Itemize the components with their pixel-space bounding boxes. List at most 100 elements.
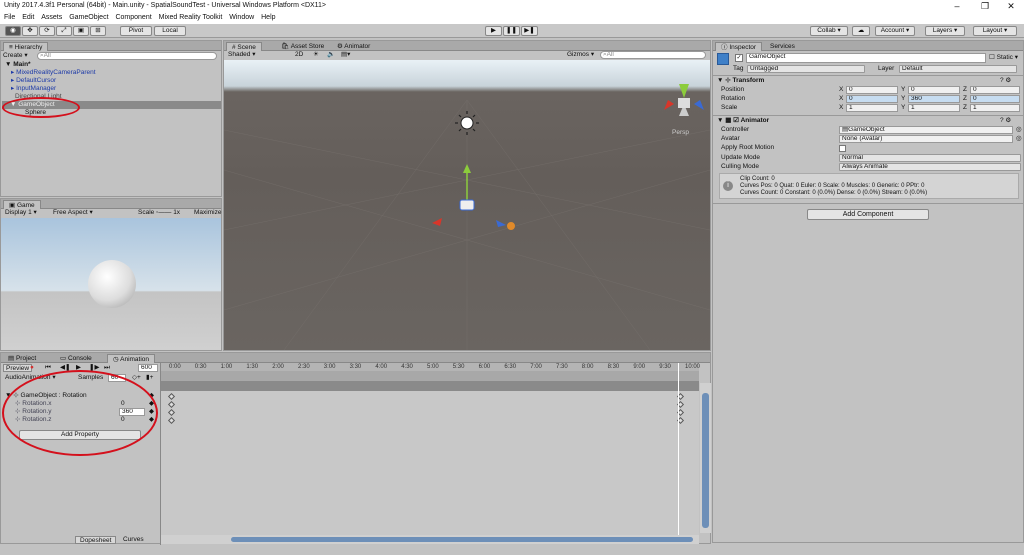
step-button[interactable]: ▶❚	[521, 26, 538, 36]
keyframe-icon[interactable]	[167, 392, 176, 401]
hierarchy-item-input-manager[interactable]: ▸ InputManager	[11, 85, 56, 93]
menu-window[interactable]: Window	[229, 14, 254, 21]
keyframe-icon[interactable]	[167, 400, 176, 409]
collab-button[interactable]: Collab ▾	[810, 26, 848, 36]
gizmos-dropdown[interactable]: Gizmos ▾	[567, 51, 594, 59]
game-viewport[interactable]	[1, 218, 221, 350]
orientation-gizmo[interactable]	[664, 84, 704, 116]
rotation-z-field[interactable]: 0	[970, 95, 1020, 103]
avatar-picker-icon[interactable]: ◎	[1016, 135, 1022, 143]
timeline-ruler[interactable]: 0:00 0:30 1:00 1:30 2:00 2:30 3:00 3:30 4:00 4:30…	[161, 363, 700, 371]
scale-tool-icon[interactable]: ⤢	[56, 26, 72, 36]
event-track[interactable]	[161, 371, 699, 381]
avatar-field[interactable]: None (Avatar)	[839, 135, 1013, 143]
layers-dropdown[interactable]: Layers ▾	[925, 26, 965, 36]
transform-help-icon[interactable]: ? ⚙	[1000, 77, 1011, 85]
menu-file[interactable]: File	[4, 14, 15, 21]
layout-dropdown[interactable]: Layout ▾	[973, 26, 1017, 36]
account-dropdown[interactable]: Account ▾	[875, 26, 915, 36]
static-toggle[interactable]: ☐ Static ▾	[989, 54, 1018, 62]
move-gizmo[interactable]	[432, 164, 515, 230]
animator-help-icon[interactable]: ? ⚙	[1000, 117, 1011, 125]
controller-picker-icon[interactable]: ◎	[1016, 126, 1022, 134]
scale-y-field[interactable]: 1	[908, 104, 960, 112]
layer-dropdown[interactable]: Default	[899, 65, 1017, 73]
menu-assets[interactable]: Assets	[41, 14, 62, 21]
scene-search-input[interactable]: ⌕All	[600, 51, 706, 59]
record-button[interactable]: ●	[30, 364, 34, 372]
add-component-button[interactable]: Add Component	[807, 209, 929, 220]
tab-inspector[interactable]: ⓘ Inspector	[715, 42, 763, 51]
menu-mixed-reality-toolkit[interactable]: Mixed Reality Toolkit	[159, 14, 223, 21]
object-name-input[interactable]: GameObject	[746, 53, 986, 63]
hierarchy-item-camera-parent[interactable]: ▸ MixedRealityCameraParent	[11, 69, 96, 77]
aspect-dropdown[interactable]: Free Aspect ▾	[53, 209, 93, 217]
maximize-icon[interactable]: ❐	[974, 0, 996, 12]
create-dropdown[interactable]: Create ▾	[3, 52, 28, 60]
scene-root-item[interactable]: ▼ Main*	[5, 61, 31, 69]
rotate-tool-icon[interactable]: ⟳	[39, 26, 55, 36]
root-motion-checkbox[interactable]	[839, 145, 846, 152]
menu-gameobject[interactable]: GameObject	[69, 14, 108, 21]
scene-viewport[interactable]: Persp	[223, 60, 711, 351]
shading-dropdown[interactable]: Shaded ▾	[228, 51, 256, 59]
active-checkbox[interactable]: ✓	[735, 54, 743, 62]
tag-dropdown[interactable]: Untagged	[747, 65, 865, 73]
rect-tool-icon[interactable]: ▣	[73, 26, 89, 36]
pivot-toggle[interactable]: Pivot	[120, 26, 152, 36]
tab-asset-store[interactable]: 🛍 Asset Store	[276, 42, 329, 51]
keyframe-icon[interactable]	[167, 416, 176, 425]
transform-tool-icon[interactable]: ⊞	[90, 26, 106, 36]
last-frame-button[interactable]: ⏭	[104, 364, 110, 372]
menu-help[interactable]: Help	[261, 14, 275, 21]
tab-console[interactable]: ▭ Console	[55, 354, 97, 363]
menu-component[interactable]: Component	[115, 14, 151, 21]
update-mode-dropdown[interactable]: Normal	[839, 154, 1021, 162]
animator-header[interactable]: ▼ ▦ ☑ Animator	[717, 117, 769, 125]
horizontal-scroll-thumb[interactable]	[231, 537, 693, 542]
tab-services[interactable]: Services	[765, 42, 800, 51]
tab-scene[interactable]: # Scene	[226, 42, 262, 51]
move-tool-icon[interactable]: ✥	[22, 26, 38, 36]
curves-tab[interactable]: Curves	[119, 536, 148, 544]
scale-slider[interactable]: Scale ◦—— 1x	[138, 209, 180, 217]
hierarchy-item-default-cursor[interactable]: ▸ DefaultCursor	[11, 77, 56, 85]
tab-project[interactable]: ▤ Project	[3, 354, 41, 363]
position-x-field[interactable]: 0	[846, 86, 898, 94]
tab-animator[interactable]: ⚙ Animator	[332, 42, 375, 51]
maximize-button[interactable]: Maximize	[194, 209, 221, 217]
add-event-icon[interactable]: ▮+	[146, 374, 153, 382]
vertical-scroll-thumb[interactable]	[702, 393, 709, 528]
position-y-field[interactable]: 0	[908, 86, 960, 94]
local-toggle[interactable]: Local	[154, 26, 186, 36]
culling-mode-dropdown[interactable]: Always Animate	[839, 163, 1021, 171]
dopesheet-area[interactable]	[161, 391, 699, 535]
effects-icon[interactable]: ▤▾	[341, 51, 350, 59]
hand-tool-icon[interactable]: ◉	[5, 26, 21, 36]
menu-edit[interactable]: Edit	[22, 14, 34, 21]
first-frame-button[interactable]: ⏮	[45, 364, 51, 372]
play-button[interactable]: ▶	[485, 26, 502, 36]
mode-2d-toggle[interactable]: 2D	[295, 51, 303, 59]
vertical-scrollbar[interactable]	[700, 383, 711, 533]
transform-header[interactable]: ▼ ⊹ Transform	[717, 77, 764, 85]
close-icon[interactable]: ✕	[1000, 0, 1022, 12]
pause-button[interactable]: ❚❚	[503, 26, 520, 36]
lighting-icon[interactable]: ☀	[313, 51, 319, 59]
dopesheet-tab[interactable]: Dopesheet	[75, 536, 117, 544]
scale-x-field[interactable]: 1	[846, 104, 898, 112]
summary-track[interactable]	[161, 381, 699, 391]
playhead[interactable]	[678, 363, 679, 535]
persp-label[interactable]: Persp	[672, 129, 689, 136]
tab-hierarchy[interactable]: ≡ Hierarchy	[3, 42, 49, 51]
cloud-icon[interactable]: ☁	[852, 26, 870, 36]
display-dropdown[interactable]: Display 1 ▾	[5, 209, 37, 217]
rotation-y-field[interactable]: 360	[908, 95, 960, 103]
audio-icon[interactable]: 🔈	[327, 51, 335, 59]
tab-animation[interactable]: ◷ Animation	[107, 354, 156, 363]
rotation-x-field[interactable]: 0	[846, 95, 898, 103]
controller-field[interactable]: ▤GameObject	[839, 126, 1013, 134]
keyframe-icon[interactable]	[167, 408, 176, 417]
tab-game[interactable]: ▣ Game	[3, 200, 41, 209]
scale-z-field[interactable]: 1	[970, 104, 1020, 112]
